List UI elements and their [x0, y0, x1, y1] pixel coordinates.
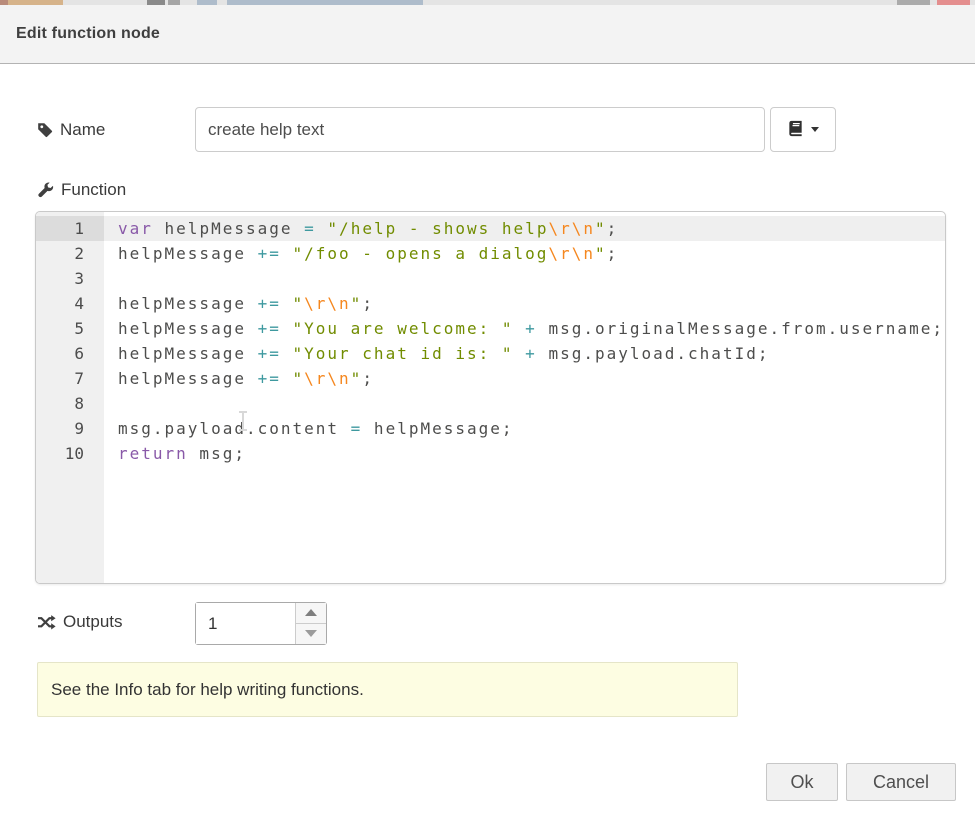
- code-editor[interactable]: 1var helpMessage = "/help - shows help\r…: [35, 211, 946, 584]
- code-line[interactable]: 3: [36, 266, 945, 291]
- code-line[interactable]: 5helpMessage += "You are welcome: " + ms…: [36, 316, 945, 341]
- function-label: Function: [37, 180, 126, 200]
- code-line[interactable]: 4helpMessage += "\r\n";: [36, 291, 945, 316]
- outputs-label-text: Outputs: [63, 612, 123, 632]
- function-label-text: Function: [61, 180, 126, 200]
- name-input[interactable]: [195, 107, 765, 152]
- book-icon: [787, 120, 804, 140]
- line-number: 8: [36, 391, 104, 416]
- spinner-buttons: [295, 603, 326, 644]
- code-text: msg.payload.content = helpMessage;: [104, 416, 945, 441]
- code-line[interactable]: 6helpMessage += "Your chat id is: " + ms…: [36, 341, 945, 366]
- line-number: 10: [36, 441, 104, 466]
- code-text: helpMessage += "\r\n";: [104, 366, 945, 391]
- form-tip: See the Info tab for help writing functi…: [37, 662, 738, 717]
- code-text: [104, 391, 945, 416]
- line-number: 6: [36, 341, 104, 366]
- outputs-label: Outputs: [37, 612, 123, 632]
- arrow-down-icon: [305, 630, 317, 637]
- name-label: Name: [37, 120, 105, 140]
- outputs-spinner: [195, 602, 327, 645]
- code-text: return msg;: [104, 441, 945, 466]
- code-line[interactable]: 7helpMessage += "\r\n";: [36, 366, 945, 391]
- tag-icon: [37, 122, 53, 138]
- arrow-up-icon: [305, 609, 317, 616]
- name-label-text: Name: [60, 120, 105, 140]
- code-text: helpMessage += "\r\n";: [104, 291, 945, 316]
- code-text: var helpMessage = "/help - shows help\r\…: [104, 216, 945, 241]
- random-icon: [37, 615, 56, 630]
- spinner-down-button[interactable]: [296, 624, 326, 645]
- dialog-title: Edit function node: [0, 5, 975, 63]
- outputs-input[interactable]: [196, 603, 294, 644]
- line-number: 5: [36, 316, 104, 341]
- code-line[interactable]: 10return msg;: [36, 441, 945, 466]
- code-line[interactable]: 9msg.payload.content = helpMessage;: [36, 416, 945, 441]
- edit-function-dialog: Edit function node Name Function 1var he…: [0, 0, 975, 815]
- line-number: 4: [36, 291, 104, 316]
- code-line[interactable]: 1var helpMessage = "/help - shows help\r…: [36, 216, 945, 241]
- wrench-icon: [37, 182, 54, 199]
- library-button[interactable]: [770, 107, 836, 152]
- code-line[interactable]: 2helpMessage += "/foo - opens a dialog\r…: [36, 241, 945, 266]
- line-number: 2: [36, 241, 104, 266]
- line-number: 7: [36, 366, 104, 391]
- code-text: helpMessage += "Your chat id is: " + msg…: [104, 341, 945, 366]
- line-number: 1: [36, 216, 104, 241]
- code-text: [104, 266, 945, 291]
- code-lines: 1var helpMessage = "/help - shows help\r…: [36, 212, 945, 583]
- code-text: helpMessage += "/foo - opens a dialog\r\…: [104, 241, 945, 266]
- line-number: 9: [36, 416, 104, 441]
- form-tip-text: See the Info tab for help writing functi…: [51, 680, 364, 699]
- dialog-titlebar: Edit function node: [0, 5, 975, 64]
- code-text: helpMessage += "You are welcome: " + msg…: [104, 316, 945, 341]
- ok-button[interactable]: Ok: [766, 763, 838, 801]
- spinner-up-button[interactable]: [296, 603, 326, 624]
- line-number: 3: [36, 266, 104, 291]
- cancel-button[interactable]: Cancel: [846, 763, 956, 801]
- caret-down-icon: [811, 127, 819, 132]
- code-line[interactable]: 8: [36, 391, 945, 416]
